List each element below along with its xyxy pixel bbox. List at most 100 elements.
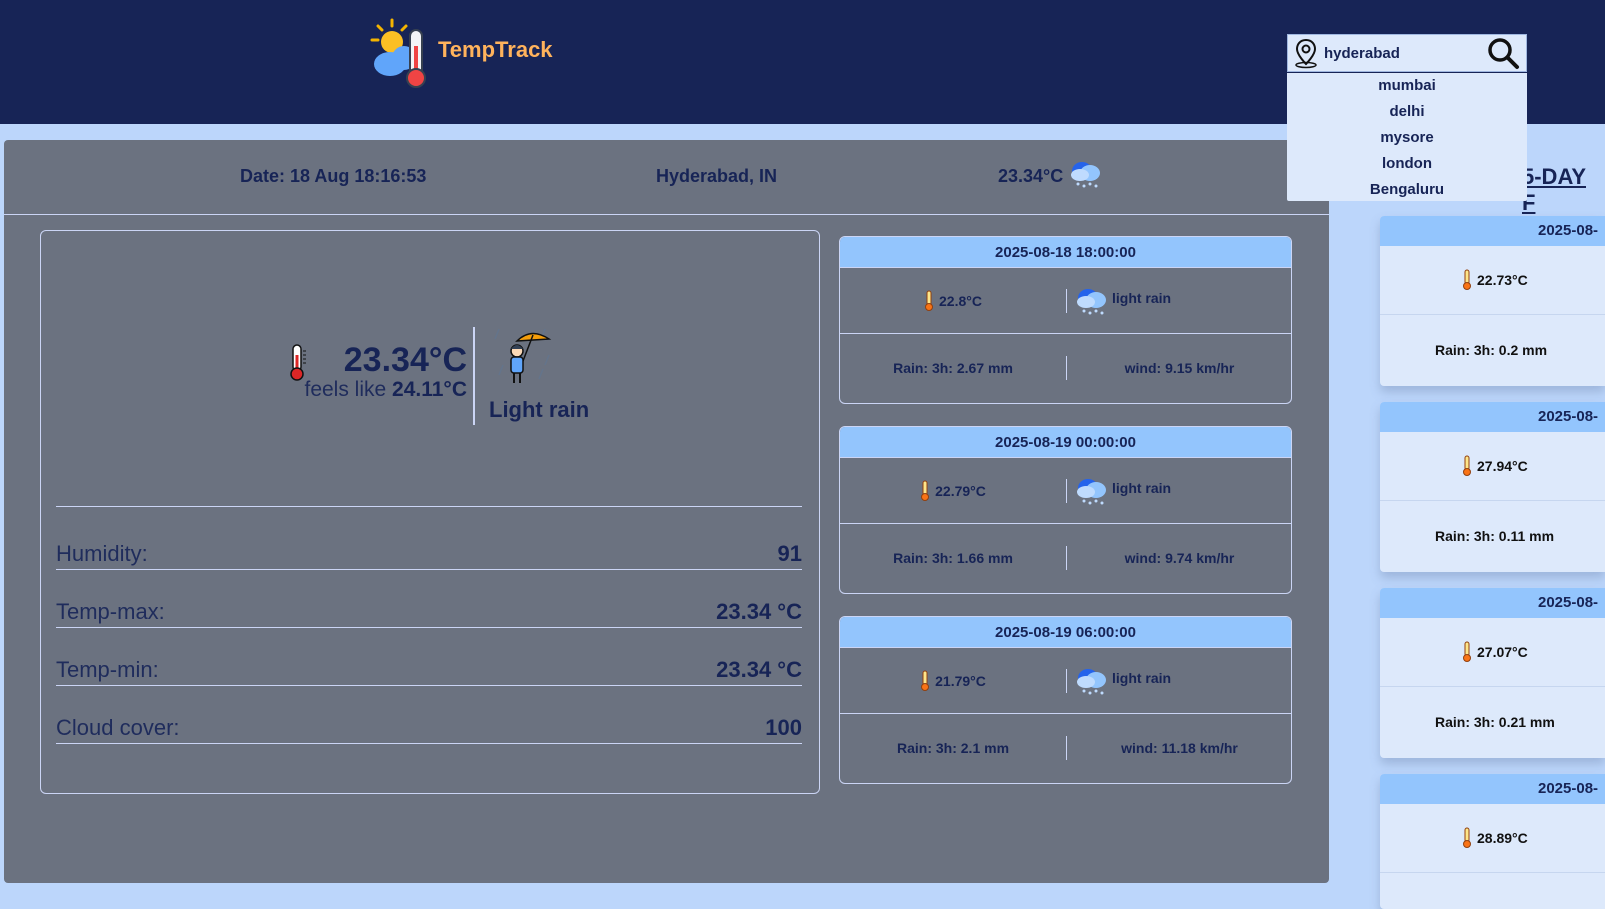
thermometer-icon	[1463, 269, 1471, 290]
summary-temp: 23.34°C	[998, 166, 1064, 186]
current-location: Hyderabad, IN	[656, 166, 778, 186]
hourly-desc: light rain	[1112, 670, 1172, 686]
stat-temp-max: Temp-max: 23.34 °C	[56, 592, 802, 628]
forecast-card: 2025-08- 27.07°C Rain: 3h: 0.21 mm	[1380, 588, 1605, 758]
stat-label: Cloud cover:	[56, 715, 180, 740]
current-date: Date: 18 Aug 18:16:53	[240, 166, 427, 186]
current-description: Light rain	[489, 397, 590, 422]
search-icon[interactable]	[1486, 36, 1520, 70]
rain-cloud-icon	[1077, 479, 1106, 505]
summary-bar: Date: 18 Aug 18:16:53 Hyderabad, IN 23.3…	[4, 140, 1329, 215]
forecast-date: 2025-08-	[1380, 588, 1605, 618]
suggestion-option[interactable]: mumbai	[1287, 73, 1527, 99]
forecast-date: 2025-08-	[1380, 402, 1605, 432]
thermometer-icon	[1463, 827, 1471, 848]
suggestion-option[interactable]: Bengaluru	[1287, 177, 1527, 203]
search-suggestions: mumbai delhi mysore london Bengaluru	[1287, 73, 1527, 201]
forecast-temp-row: 22.73°C	[1380, 246, 1605, 315]
forecast-rain: Rain: 3h: 0.11 mm	[1435, 528, 1555, 544]
search-bar	[1287, 34, 1527, 72]
hourly-row: 22.8°C light rain	[840, 268, 1291, 334]
hourly-temp-cell: 22.79°C	[840, 458, 1066, 524]
rain-cloud-icon	[1071, 162, 1100, 188]
forecast-temp: 27.07°C	[1477, 644, 1528, 660]
umbrella-person-icon	[494, 328, 552, 383]
hourly-desc-cell: light rain	[1066, 268, 1291, 334]
hourly-desc: light rain	[1112, 290, 1172, 306]
stat-humidity: Humidity: 91	[56, 534, 802, 570]
location-pin-icon	[1295, 38, 1317, 69]
hourly-time: 2025-08-18 18:00:00	[840, 237, 1291, 268]
feels-like-label: feels like	[304, 378, 387, 401]
hourly-row: 21.79°C light rain	[840, 648, 1291, 714]
logo[interactable]: TempTrack	[370, 16, 553, 90]
hourly-temp: 22.79°C	[935, 483, 986, 499]
hourly-wind: wind: 9.74 km/hr	[1124, 550, 1235, 566]
hourly-desc-cell: light rain	[1066, 648, 1291, 714]
stat-value: 91	[777, 541, 802, 566]
hourly-wind: wind: 9.15 km/hr	[1124, 360, 1235, 376]
divider	[56, 506, 802, 507]
suggestion-option[interactable]: mysore	[1287, 125, 1527, 151]
hourly-wind: wind: 11.18 km/hr	[1121, 740, 1238, 756]
thermometer-icon	[1463, 455, 1471, 476]
hourly-time: 2025-08-19 00:00:00	[840, 427, 1291, 458]
current-temp-block: 23.34°C feels like 24.11°C	[287, 341, 467, 402]
hourly-card: 2025-08-19 00:00:00 22.79°C light rain R…	[839, 426, 1292, 594]
hourly-row: 22.79°C light rain	[840, 458, 1291, 524]
hourly-temp: 21.79°C	[935, 673, 986, 689]
hourly-temp: 22.8°C	[939, 293, 982, 309]
suggestion-option[interactable]: london	[1287, 151, 1527, 177]
forecast-card: 2025-08- 27.94°C Rain: 3h: 0.11 mm	[1380, 402, 1605, 572]
feels-like: feels like 24.11°C	[287, 378, 467, 402]
forecast-rain: Rain: 3h: 0.21 mm	[1435, 714, 1555, 730]
hourly-time: 2025-08-19 06:00:00	[840, 617, 1291, 648]
hourly-temp-cell: 22.8°C	[840, 268, 1066, 334]
search-input[interactable]	[1324, 44, 1484, 62]
thermometer-icon	[921, 480, 930, 501]
stat-cloud-cover: Cloud cover: 100	[56, 708, 802, 744]
stat-value: 23.34 °C	[716, 657, 802, 682]
hourly-temp-cell: 21.79°C	[840, 648, 1066, 714]
hourly-rain: Rain: 3h: 2.67 mm	[893, 360, 1013, 376]
stat-value: 100	[765, 715, 802, 740]
forecast-temp: 22.73°C	[1477, 272, 1528, 288]
stat-value: 23.34 °C	[716, 599, 802, 624]
current-temp: 23.34°C	[343, 341, 467, 379]
stat-label: Temp-min:	[56, 657, 159, 682]
forecast-temp-row: 27.07°C	[1380, 618, 1605, 687]
rain-cloud-icon	[1077, 669, 1106, 695]
hourly-card: 2025-08-18 18:00:00 22.8°C light rain Ra…	[839, 236, 1292, 404]
feels-like-value: 24.11°C	[392, 378, 467, 401]
hourly-desc: light rain	[1112, 480, 1172, 496]
stat-label: Temp-max:	[56, 599, 165, 624]
forecast-temp: 28.89°C	[1477, 830, 1528, 846]
hourly-row: Rain: 3h: 1.66 mm wind: 9.74 km/hr	[840, 525, 1291, 591]
forecast-temp: 27.94°C	[1477, 458, 1528, 474]
hourly-rain: Rain: 3h: 1.66 mm	[893, 550, 1013, 566]
current-weather-card: 23.34°C feels like 24.11°C Light rain Hu…	[40, 230, 820, 794]
forecast-date: 2025-08-	[1380, 216, 1605, 246]
forecast-card: 2025-08- 22.73°C Rain: 3h: 0.2 mm	[1380, 216, 1605, 386]
thermometer-icon	[921, 670, 930, 691]
forecast-temp-row: 27.94°C	[1380, 432, 1605, 501]
suggestion-option[interactable]: delhi	[1287, 99, 1527, 125]
forecast-date: 2025-08-	[1380, 774, 1605, 804]
stat-temp-min: Temp-min: 23.34 °C	[56, 650, 802, 686]
brand-name: TempTrack	[438, 37, 553, 62]
hourly-rain: Rain: 3h: 2.1 mm	[896, 740, 1010, 756]
hourly-row: Rain: 3h: 2.1 mm wind: 11.18 km/hr	[840, 715, 1291, 781]
sun-cloud-thermometer-logo-icon	[370, 18, 426, 88]
rain-cloud-icon	[1077, 289, 1106, 315]
hourly-desc-cell: light rain	[1066, 458, 1291, 524]
thermometer-icon	[925, 290, 934, 311]
hourly-row: Rain: 3h: 2.67 mm wind: 9.15 km/hr	[840, 335, 1291, 401]
forecast-card: 2025-08- 28.89°C	[1380, 774, 1605, 909]
weather-panel: Date: 18 Aug 18:16:53 Hyderabad, IN 23.3…	[4, 140, 1329, 883]
forecast-rain: Rain: 3h: 0.2 mm	[1435, 342, 1548, 358]
hourly-card: 2025-08-19 06:00:00 21.79°C light rain R…	[839, 616, 1292, 784]
stat-label: Humidity:	[56, 541, 148, 566]
thermometer-icon	[1463, 641, 1471, 662]
divider	[473, 327, 475, 425]
forecast-temp-row: 28.89°C	[1380, 804, 1605, 873]
